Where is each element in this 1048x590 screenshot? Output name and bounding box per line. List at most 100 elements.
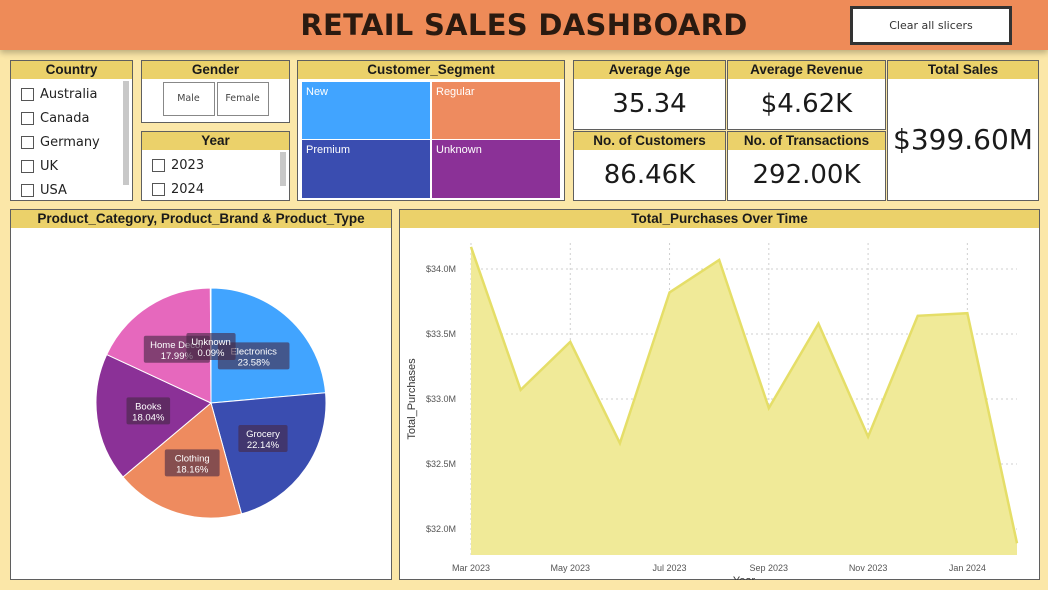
year-item-label: 2023	[171, 157, 205, 173]
gender-male-button[interactable]: Male	[162, 82, 215, 116]
year-scrollbar[interactable]	[280, 152, 286, 186]
y-tick-label: $33.0M	[426, 394, 456, 404]
country-item-uk[interactable]: UK	[21, 154, 132, 178]
clear-slicers-button[interactable]: Clear all slicers	[850, 6, 1012, 45]
kpi-value: 86.46K	[603, 160, 696, 190]
year-list: 2023 2024	[142, 150, 289, 201]
country-item-label: Germany	[40, 134, 100, 150]
kpi-total-sales: Total Sales $399.60M	[887, 60, 1039, 201]
country-item-canada[interactable]: Canada	[21, 106, 132, 130]
pie-label-percent: 0.09%	[198, 348, 225, 359]
kpi-value: $4.62K	[760, 89, 853, 119]
pie-label-category: Books	[135, 401, 162, 412]
checkbox[interactable]	[21, 87, 34, 101]
x-tick-label: Jan 2024	[949, 563, 986, 573]
data-point[interactable]	[964, 310, 970, 316]
country-item-australia[interactable]: Australia	[21, 82, 132, 106]
area-fill[interactable]	[471, 246, 1017, 555]
x-tick-label: Sep 2023	[750, 563, 789, 573]
y-tick-label: $32.0M	[426, 524, 456, 534]
checkbox[interactable]	[21, 183, 34, 197]
product-category-chart: Product_Category, Product_Brand & Produc…	[10, 209, 392, 580]
year-item-2023[interactable]: 2023	[152, 153, 289, 177]
data-point[interactable]	[766, 405, 772, 411]
pie-label-category: Grocery	[246, 429, 280, 440]
kpi-value: 35.34	[612, 89, 687, 119]
kpi-average-revenue: Average Revenue $4.62K	[727, 60, 886, 130]
kpi-label: No. of Customers	[574, 132, 725, 150]
kpi-average-age: Average Age 35.34	[573, 60, 726, 130]
pie-label-percent: 23.58%	[238, 357, 271, 368]
checkbox[interactable]	[21, 159, 34, 173]
customer-segment-title: Customer_Segment	[298, 61, 564, 79]
country-slicer-title: Country	[11, 61, 132, 79]
year-item-label: 2024	[171, 181, 205, 197]
data-point[interactable]	[468, 244, 474, 250]
checkbox[interactable]	[21, 135, 34, 149]
segment-tile-unknown[interactable]: Unknown	[432, 140, 560, 198]
segment-treemap: New Regular Premium Unknown	[302, 82, 560, 199]
checkbox[interactable]	[152, 182, 165, 196]
y-axis-title: Total_Purchases	[406, 358, 418, 440]
data-point[interactable]	[865, 434, 871, 440]
y-tick-label: $34.0M	[426, 264, 456, 274]
x-axis-title: Year	[733, 575, 756, 580]
pie-label-category: Unknown	[191, 337, 231, 348]
country-item-label: Canada	[40, 110, 90, 126]
total-purchases-chart: Total_Purchases Over Time $32.0M $32.5M $3…	[399, 209, 1040, 580]
country-scrollbar[interactable]	[123, 81, 129, 185]
data-point[interactable]	[815, 321, 821, 327]
pie-label-books: Books18.04%	[126, 397, 171, 425]
kpi-label: No. of Transactions	[728, 132, 885, 150]
segment-tile-new[interactable]: New	[302, 82, 430, 139]
x-tick-label: Nov 2023	[849, 563, 888, 573]
country-item-germany[interactable]: Germany	[21, 130, 132, 154]
pie-label-percent: 18.04%	[132, 412, 165, 423]
data-point[interactable]	[716, 257, 722, 263]
x-tick-label: Jul 2023	[653, 563, 687, 573]
area-chart: $32.0M $32.5M $33.0M $33.5M $34.0M Mar 2023 Ma…	[406, 243, 1020, 580]
kpi-label: Total Sales	[888, 61, 1038, 79]
pie-label-category: Electronics	[230, 346, 277, 357]
data-point[interactable]	[518, 387, 524, 393]
year-slicer: Year 2023 2024	[141, 131, 290, 201]
segment-tile-regular[interactable]: Regular	[432, 82, 560, 139]
country-item-label: USA	[40, 182, 67, 198]
customer-segment-slicer: Customer_Segment New Regular Premium Unk…	[297, 60, 565, 201]
country-item-usa[interactable]: USA	[21, 178, 132, 202]
pie-chart-title: Product_Category, Product_Brand & Produc…	[11, 210, 391, 228]
country-item-label: UK	[40, 158, 59, 174]
kpi-value: $399.60M	[893, 123, 1033, 156]
pie-label-percent: 18.16%	[176, 464, 209, 475]
pie-chart: Electronics23.58%Grocery22.14%Clothing18…	[95, 287, 327, 519]
year-slicer-title: Year	[142, 132, 289, 150]
data-point[interactable]	[567, 339, 573, 345]
segment-tile-premium[interactable]: Premium	[302, 140, 430, 198]
y-tick-label: $33.5M	[426, 329, 456, 339]
gender-female-button[interactable]: Female	[216, 82, 269, 116]
data-point[interactable]	[1014, 540, 1020, 546]
checkbox[interactable]	[21, 111, 34, 125]
gender-slicer: Gender Male Female	[141, 60, 290, 123]
y-tick-label: $32.5M	[426, 459, 456, 469]
checkbox[interactable]	[152, 158, 165, 172]
pie-label-clothing: Clothing18.16%	[164, 449, 220, 477]
pie-label-category: Clothing	[175, 453, 210, 464]
data-point[interactable]	[915, 313, 921, 319]
kpi-transactions: No. of Transactions 292.00K	[727, 131, 886, 201]
x-tick-label: Mar 2023	[452, 563, 490, 573]
kpi-customers: No. of Customers 86.46K	[573, 131, 726, 201]
country-item-label: Australia	[40, 86, 98, 102]
pie-label-unknown: Unknown0.09%	[186, 333, 236, 360]
data-point[interactable]	[617, 440, 623, 446]
area-chart-title: Total_Purchases Over Time	[400, 210, 1039, 228]
x-tick-label: May 2023	[551, 563, 591, 573]
kpi-value: 292.00K	[752, 160, 861, 190]
pie-label-percent: 22.14%	[247, 440, 280, 451]
data-point[interactable]	[667, 289, 673, 295]
year-item-2024[interactable]: 2024	[152, 177, 289, 201]
kpi-label: Average Age	[574, 61, 725, 79]
gender-slicer-title: Gender	[142, 61, 289, 79]
kpi-label: Average Revenue	[728, 61, 885, 79]
pie-label-grocery: Grocery22.14%	[238, 425, 288, 453]
